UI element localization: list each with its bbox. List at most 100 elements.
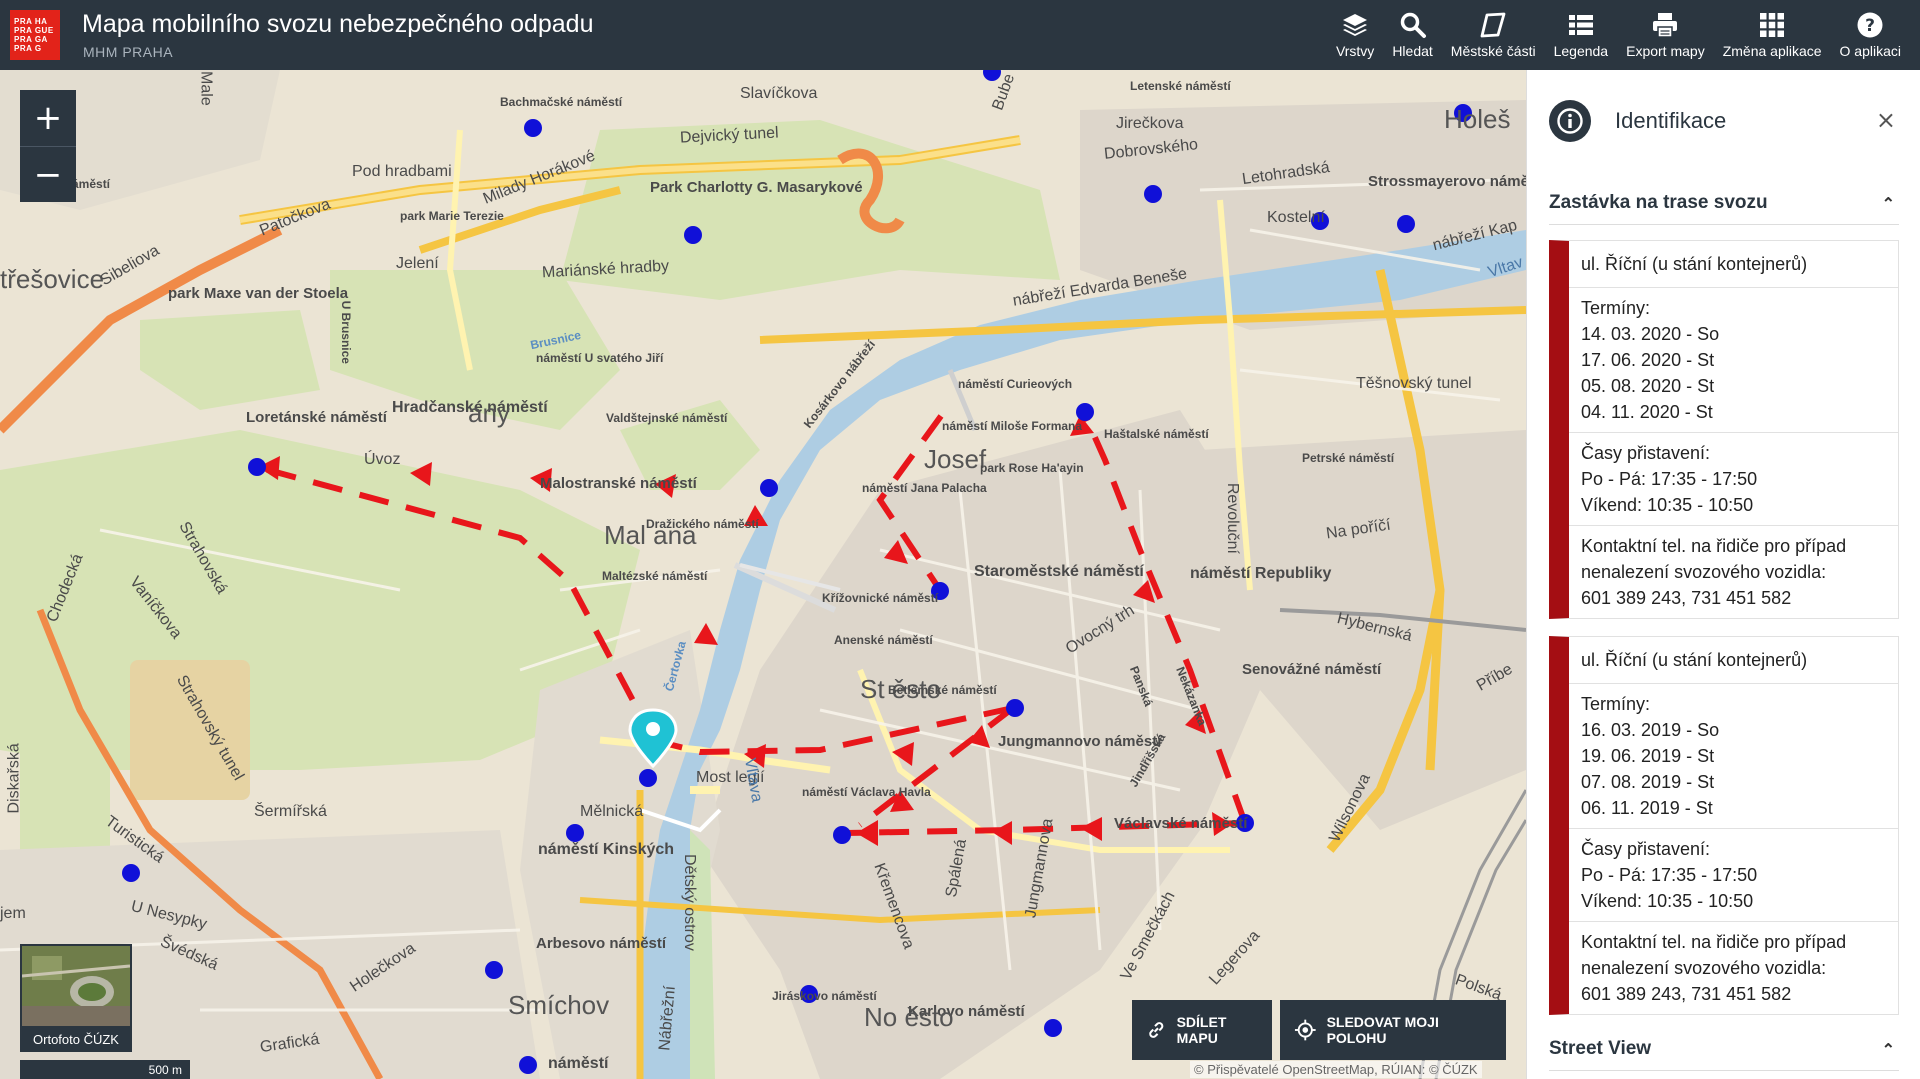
weekend-time: 10:35 - 10:50	[1647, 495, 1754, 515]
logo-line: PRA GA	[14, 35, 48, 44]
map-label: náměstí	[548, 1055, 609, 1072]
map-label: Josef	[924, 444, 987, 474]
map-label: park Rose Ha'ayin	[980, 461, 1084, 475]
districts-icon	[1480, 12, 1506, 38]
map-label: Diskařská	[5, 743, 23, 814]
zoom-in-button[interactable]: +	[20, 90, 76, 146]
term-date: 16. 03. 2019 - So	[1581, 720, 1720, 740]
ortho-thumbnail	[22, 946, 130, 1026]
map-canvas[interactable]: Bachmačské náměstí Slavíčkova Dejvický t…	[0, 70, 1526, 1079]
map-label: jem	[0, 905, 26, 922]
weekend-label: Víkend:	[1581, 495, 1643, 515]
close-panel-button[interactable]: ×	[1876, 106, 1896, 134]
stop-dot	[524, 119, 542, 137]
basemap-switcher[interactable]: Ortofoto ČÚZK	[20, 944, 132, 1052]
terms-block: Termíny: 14. 03. 2020 - So 17. 06. 2020 …	[1569, 288, 1898, 433]
app-header: PRA HA PRA GUE PRA GA PRA G Mapa mobilní…	[0, 0, 1920, 70]
map-label: Male	[197, 71, 215, 106]
map-label: Staroměstské náměstí	[974, 563, 1144, 580]
stop-dot	[122, 864, 140, 882]
map-label: Smíchov	[508, 990, 610, 1020]
contact-block: Kontaktní tel. na řidiče pro případ nena…	[1569, 526, 1898, 618]
praha-logo[interactable]: PRA HA PRA GUE PRA GA PRA G	[10, 10, 60, 60]
map-label: Anenské náměstí	[834, 633, 933, 647]
map-label: Malostranské náměstí	[540, 475, 697, 492]
contact-block: Kontaktní tel. na řidiče pro případ nena…	[1569, 922, 1898, 1014]
map-label: náměstí Miloše Formana	[942, 419, 1083, 433]
layers-button[interactable]: Vrstvy	[1327, 0, 1383, 70]
zoom-out-button[interactable]: −	[20, 146, 76, 202]
map-label: Holeš	[1444, 104, 1511, 134]
map-label: Jungmannovo náměstí	[998, 733, 1162, 750]
map-label: náměstí Václava Havla	[802, 785, 931, 799]
map-label: Revoluční	[1223, 482, 1241, 554]
map-attribution: © Přispěvatelé OpenStreetMap, RÚIAN: © Č…	[1190, 1061, 1482, 1078]
panel-title: Identifikace	[1615, 108, 1727, 133]
times-label: Časy přistavení:	[1581, 443, 1711, 463]
about-label: O aplikaci	[1839, 43, 1901, 59]
ortho-label: Ortofoto ČÚZK	[33, 1032, 119, 1047]
legend-icon	[1568, 15, 1593, 35]
term-date: 14. 03. 2020 - So	[1581, 324, 1720, 344]
export-map-button[interactable]: Export mapy	[1617, 0, 1714, 70]
map-label: náměstí Jana Palacha	[862, 481, 987, 495]
stop-name: ul. Říční (u stání kontejnerů)	[1569, 241, 1898, 288]
panel-header: Identifikace	[1549, 100, 1726, 142]
track-location-button[interactable]: SLEDOVAT MOJI POLOHU	[1280, 1000, 1506, 1060]
map-label: U Brusnice	[338, 300, 353, 364]
map-label: Kostelní	[1267, 209, 1325, 226]
about-button[interactable]: ? O aplikaci	[1831, 0, 1910, 70]
logo-line: PRA GUE	[14, 26, 54, 35]
legend-button[interactable]: Legenda	[1545, 0, 1618, 70]
weekday-time: 17:35 - 17:50	[1651, 865, 1758, 885]
main-toolbar: Vrstvy Hledat Městské části Legenda Expo…	[1327, 0, 1910, 70]
chevron-up-icon: ⌃	[1881, 1042, 1895, 1059]
zoom-controls: + −	[20, 90, 76, 202]
weekend-time: 10:35 - 10:50	[1647, 891, 1754, 911]
terms-label: Termíny:	[1581, 694, 1651, 714]
identification-panel: Identifikace × Zastávka na trase svozu ⌃…	[1526, 70, 1920, 1079]
term-date: 19. 06. 2019 - St	[1581, 746, 1715, 766]
search-button[interactable]: Hledat	[1383, 0, 1441, 70]
layers-label: Vrstvy	[1335, 43, 1375, 59]
map-label: Park Charlotty G. Masarykové	[650, 179, 863, 196]
map-label: Jiráskovo náměstí	[772, 989, 877, 1003]
stop-dot	[566, 824, 584, 842]
street-view-title: Street View	[1549, 1038, 1652, 1059]
times-block: Časy přistavení: Po - Pá: 17:35 - 17:50 …	[1569, 433, 1898, 526]
track-location-label: SLEDOVAT MOJI POLOHU	[1326, 1014, 1439, 1046]
logo-line: PRA G	[14, 44, 42, 53]
map-label: Arbesovo náměstí	[536, 935, 667, 952]
chevron-up-icon: ⌃	[1881, 196, 1895, 213]
map-label: Dražického náměstí	[646, 517, 759, 531]
map-label: Václavské náměstí	[1114, 815, 1248, 832]
terms-label: Termíny:	[1581, 298, 1651, 318]
map-label: No ěsto	[864, 1002, 954, 1032]
map-label: náměstí Kinských	[538, 841, 675, 858]
info-icon	[1549, 100, 1591, 142]
contact-phones: 601 389 243, 731 451 582	[1581, 984, 1792, 1004]
map-label: Maltézské náměstí	[602, 569, 708, 583]
map-label: náměstí U svatého Jiří	[536, 351, 664, 365]
share-map-button[interactable]: SDÍLET MAPU	[1132, 1000, 1272, 1060]
section-stop-header[interactable]: Zastávka na trase svozu ⌃	[1549, 192, 1899, 225]
map-label: Křížovnické náměstí	[822, 591, 939, 605]
section-streetview-header[interactable]: Street View ⌃	[1549, 1038, 1899, 1071]
grid-icon	[1760, 13, 1785, 37]
stop-dot	[833, 826, 851, 844]
term-date: 17. 06. 2020 - St	[1581, 350, 1715, 370]
term-date: 07. 08. 2019 - St	[1581, 772, 1715, 792]
districts-button[interactable]: Městské části	[1442, 0, 1545, 70]
stop-dot	[639, 769, 657, 787]
map-label: Loretánské náměstí	[246, 409, 387, 426]
map-label: Petrské náměstí	[1302, 451, 1395, 465]
map-label: náměstí Republiky	[1190, 565, 1332, 582]
search-icon	[1400, 12, 1426, 38]
contact-label: Kontaktní tel. na řidiče pro případ nena…	[1581, 536, 1847, 582]
change-app-button[interactable]: Změna aplikace	[1714, 0, 1831, 70]
print-icon	[1653, 13, 1678, 38]
svg-text:?: ?	[1865, 16, 1875, 36]
contact-label: Kontaktní tel. na řidiče pro případ nena…	[1581, 932, 1847, 978]
stop-card: ul. Říční (u stání kontejnerů) Termíny: …	[1549, 240, 1899, 619]
export-map-label: Export mapy	[1626, 43, 1705, 59]
